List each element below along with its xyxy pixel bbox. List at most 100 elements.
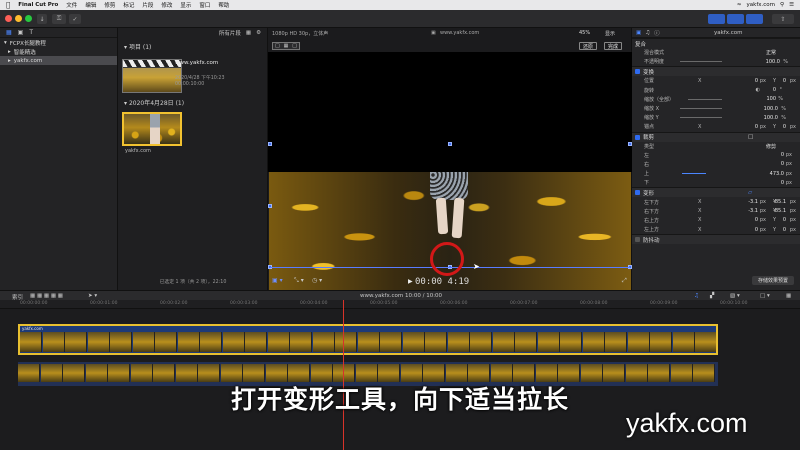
x-value[interactable]: -3.1	[748, 199, 758, 205]
value[interactable]: 0	[773, 87, 776, 93]
video-inspector-icon[interactable]: ▣	[636, 30, 641, 36]
crop-checkbox[interactable]	[635, 134, 640, 140]
info-inspector-icon[interactable]: ⓘ	[654, 29, 660, 37]
y-value[interactable]: 0	[783, 124, 786, 130]
crop-value[interactable]: 0	[781, 180, 784, 186]
crop-top-slider[interactable]	[682, 173, 706, 175]
zoom-window-button[interactable]	[25, 15, 32, 22]
scale-y-slider[interactable]	[680, 117, 722, 119]
inspector-view-button[interactable]	[746, 14, 763, 24]
composite-section[interactable]: 复合	[632, 38, 800, 48]
opacity-slider[interactable]	[680, 61, 722, 63]
stabilize-section[interactable]: 防抖动	[632, 234, 800, 245]
x-value[interactable]: 0	[755, 217, 758, 223]
minimize-window-button[interactable]	[15, 15, 22, 22]
distort-checkbox[interactable]	[635, 190, 640, 196]
save-preset-button[interactable]: 存储效果预置	[751, 276, 794, 285]
done-button[interactable]: 完成	[604, 42, 623, 50]
viewer-options-icon[interactable]: ▣ ▾	[272, 277, 283, 284]
arrow-tool-icon[interactable]: ➤ ▾	[88, 293, 97, 299]
menu-app-name[interactable]: Final Cut Pro	[18, 2, 58, 8]
y-value[interactable]: 0	[783, 217, 786, 223]
menu-edit[interactable]: 编辑	[85, 1, 96, 9]
filmstrip-icon[interactable]: ▦	[246, 30, 251, 36]
menu-trim[interactable]: 修剪	[104, 1, 115, 9]
menu-window[interactable]: 窗口	[199, 1, 210, 9]
menu-list-icon[interactable]: ☰	[789, 2, 794, 8]
rotation-dial-icon[interactable]: ◐	[756, 87, 760, 93]
crop-section[interactable]: 裁剪 □	[632, 131, 800, 142]
blend-mode-select[interactable]: 正常	[766, 49, 776, 56]
share-icon[interactable]: ⇧	[772, 14, 794, 24]
libraries-icon[interactable]: ▦	[6, 29, 12, 36]
transform-section[interactable]: 变换	[632, 66, 800, 77]
timeline-tools-icon[interactable]: ▦ ▦ ▦ ▦ ▦	[30, 293, 63, 299]
crop-value[interactable]: 0	[781, 152, 784, 158]
value[interactable]: 100.0	[764, 115, 778, 121]
gear-icon[interactable]: ⚙	[256, 30, 261, 36]
distort-tool-icon[interactable]: ▱	[748, 190, 752, 196]
scale-slider[interactable]	[688, 98, 722, 100]
distort-icon[interactable]: □	[292, 43, 297, 49]
opacity-value[interactable]: 100.0	[766, 59, 780, 65]
menu-clip[interactable]: 片段	[142, 1, 153, 9]
y-value[interactable]: 0	[783, 78, 786, 84]
disclosure-icon[interactable]: ▾	[124, 44, 127, 51]
timeline-ruler[interactable]: 00:00:00:00 00:00:01:00 00:00:02:00 00:00:0…	[0, 300, 800, 309]
audio-inspector-icon[interactable]: ♫	[645, 30, 650, 36]
checkmark-icon[interactable]: ✓	[69, 14, 81, 24]
wifi-icon[interactable]: ≈	[737, 2, 742, 8]
project-thumbnail[interactable]	[122, 59, 182, 93]
close-window-button[interactable]	[5, 15, 12, 22]
top-center-handle[interactable]	[448, 142, 452, 146]
left-center-handle[interactable]	[268, 204, 272, 208]
distort-section[interactable]: 变形 ▱	[632, 187, 800, 198]
timeline-view-button[interactable]	[727, 14, 744, 24]
x-value[interactable]: 0	[755, 78, 758, 84]
crop-type-select[interactable]: 修剪	[766, 143, 776, 150]
stabilize-checkbox[interactable]	[635, 237, 640, 243]
fullscreen-icon[interactable]: ⤢	[622, 277, 627, 285]
menu-view[interactable]: 显示	[180, 1, 191, 9]
speed-icon[interactable]: ◷ ▾	[312, 277, 322, 284]
reset-button[interactable]: 还原	[579, 42, 598, 50]
x-value[interactable]: -3.1	[748, 208, 758, 214]
menu-mark[interactable]: 标记	[123, 1, 134, 9]
menu-file[interactable]: 文件	[66, 1, 77, 9]
transform-icon[interactable]: □	[275, 43, 280, 49]
top-left-handle[interactable]	[268, 142, 272, 146]
sidebar-item-library[interactable]: ▾ FCPX长腿教程	[0, 38, 117, 47]
y-value[interactable]: -85.1	[773, 208, 786, 214]
key-icon[interactable]: ⚿	[52, 14, 66, 24]
crop-value[interactable]: 0	[781, 161, 784, 167]
sidebar-item-event[interactable]: ▸ yakfx.com	[0, 56, 117, 65]
crop-icon[interactable]: ▦	[284, 43, 289, 49]
zoom-level[interactable]: 45%	[579, 30, 590, 36]
disclosure-icon[interactable]: ▾	[4, 40, 7, 46]
primary-clip[interactable]: yakfx.com	[18, 324, 718, 355]
clip-filter[interactable]: 所有片段	[219, 29, 241, 37]
value[interactable]: 100.0	[764, 106, 778, 112]
titles-icon[interactable]: T	[29, 29, 33, 36]
effects-browser-icon[interactable]: ▦	[786, 293, 791, 299]
photos-icon[interactable]: ▣	[18, 29, 24, 36]
scale-x-slider[interactable]	[680, 107, 722, 109]
search-icon[interactable]: ⚲	[780, 2, 784, 8]
apple-icon[interactable]: 	[6, 1, 10, 9]
date-section-title[interactable]: ▾ 2020年4月28日 (1)	[118, 98, 184, 107]
playhead[interactable]	[343, 300, 344, 450]
y-value[interactable]: -85.1	[773, 199, 786, 205]
value[interactable]: 100	[766, 96, 776, 102]
x-value[interactable]: 0	[755, 124, 758, 130]
crop-tool-icon[interactable]: □	[748, 134, 753, 140]
menu-help[interactable]: 帮助	[218, 1, 229, 9]
headphones-icon[interactable]: ♫	[694, 293, 699, 299]
x-value[interactable]: 0	[755, 227, 758, 233]
crop-value[interactable]: 473.0	[770, 171, 784, 177]
transform-checkbox[interactable]	[635, 69, 640, 75]
menu-modify[interactable]: 修改	[161, 1, 172, 9]
projects-section-title[interactable]: ▾ 项目 (1)	[118, 42, 267, 51]
clip-appearance-icon[interactable]: □ ▾	[760, 293, 770, 299]
disclosure-icon[interactable]: ▾	[124, 100, 127, 107]
sidebar-item-smart-collections[interactable]: ▸ 智能精选	[0, 47, 117, 56]
